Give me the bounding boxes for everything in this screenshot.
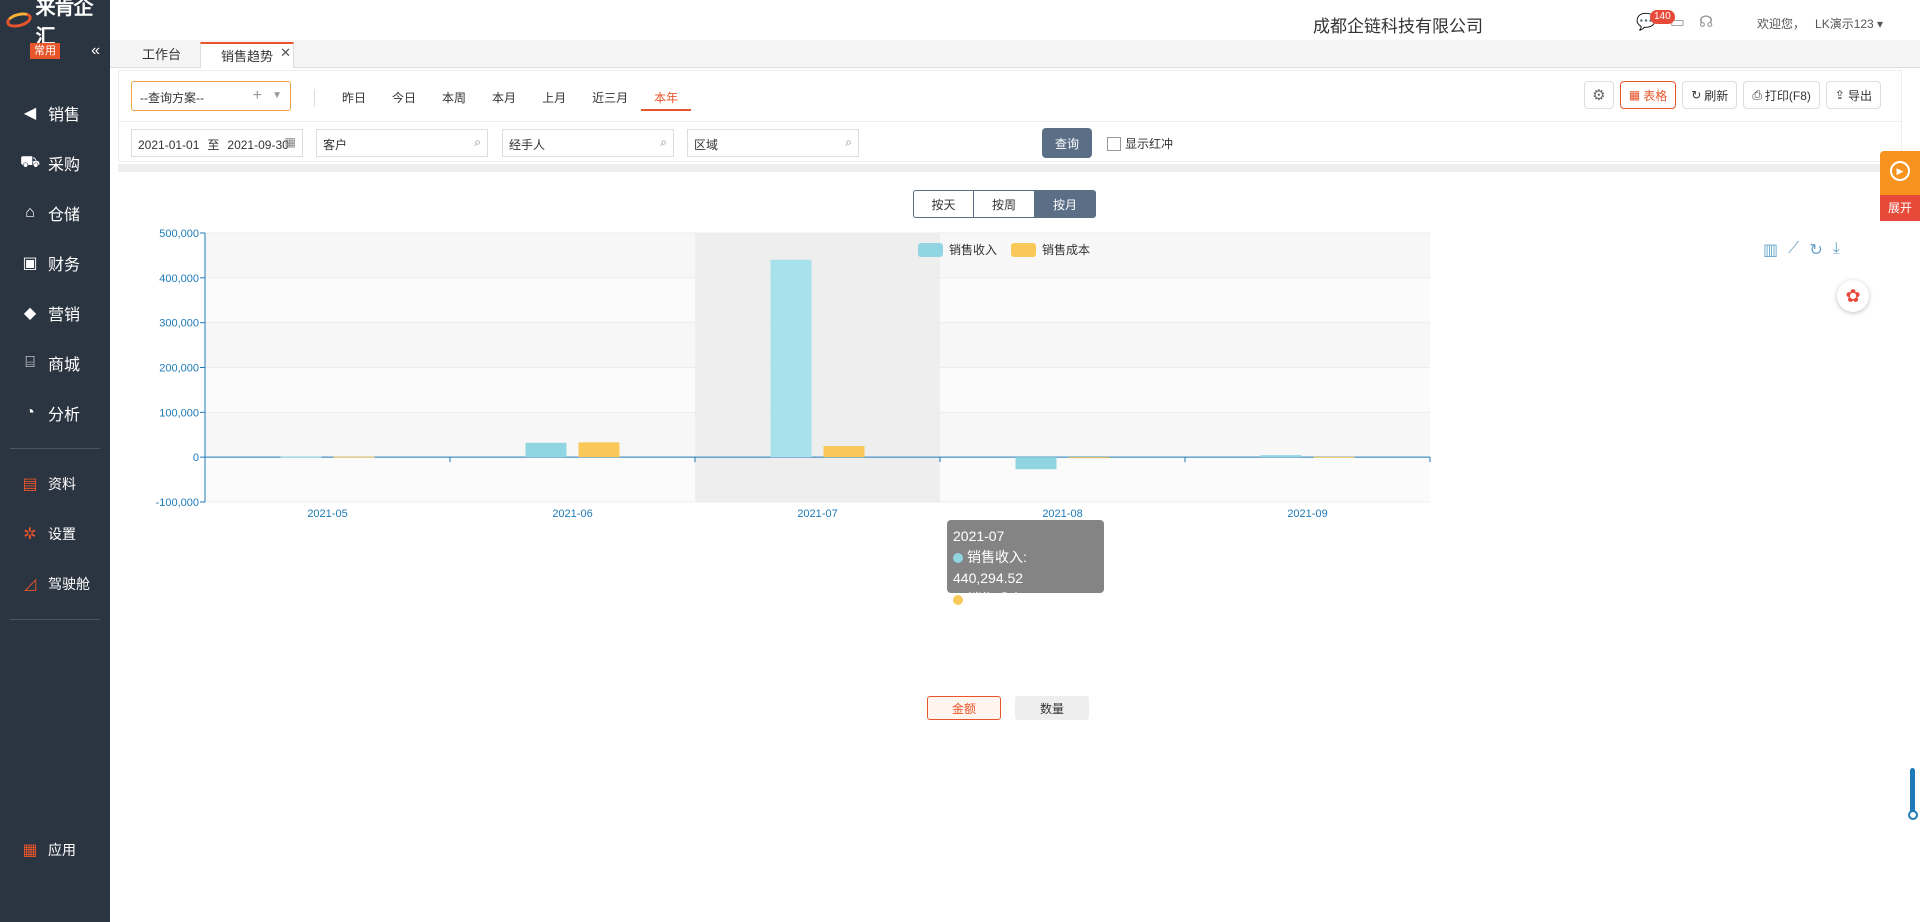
legend-swatch: [1011, 242, 1037, 257]
bar-cost: [333, 456, 375, 458]
y-tick-label: 500,000: [159, 228, 199, 240]
tooltip-dot: [953, 595, 963, 605]
y-tick-label: 400,000: [159, 273, 199, 285]
sales-trend-chart: 500,000 400,000 300,000 200,000 100,000 0 -100…: [156, 228, 1431, 520]
tooltip-value: 440,294.52: [953, 570, 1024, 586]
y-tick-label: 100,000: [159, 407, 199, 419]
x-tick-label: 2021-08: [1042, 508, 1082, 520]
granularity-toggle: 按天 按周 按月: [913, 190, 1096, 218]
chart-toolbox: ▥ ⟋ ↻ ⤓: [1763, 240, 1840, 260]
y-tick-label: -100,000: [156, 497, 199, 509]
legend-label: 销售收入: [949, 243, 998, 257]
x-tick-label: 2021-07: [797, 508, 837, 520]
y-tick-label: 0: [193, 452, 199, 464]
legend-item-cost[interactable]: 销售成本: [1011, 241, 1090, 258]
bar-chart-icon[interactable]: ▥: [1763, 240, 1778, 260]
scrollbar-handle[interactable]: [1908, 810, 1918, 820]
bar-cost: [1068, 457, 1110, 459]
play-icon: ▶: [1890, 161, 1910, 181]
granularity-option[interactable]: 按月: [1035, 190, 1096, 218]
x-tick-label: 2021-05: [307, 508, 347, 520]
tooltip-row: 销售成本: 24,788: [953, 589, 1098, 610]
floating-settings-button[interactable]: ✿: [1837, 280, 1869, 312]
tooltip-label: 销售收入: [967, 549, 1023, 565]
legend-label: 销售成本: [1042, 243, 1091, 257]
tooltip-dot: [953, 553, 963, 563]
tooltip-label: 销售成本: [967, 591, 1023, 607]
x-tick-label: 2021-06: [552, 508, 592, 520]
granularity-option[interactable]: 按周: [974, 190, 1035, 218]
y-tick-label: 200,000: [159, 363, 199, 375]
tab-quantity[interactable]: 数量: [1015, 696, 1089, 720]
chart-tooltip: 2021-07 销售收入: 440,294.52 销售成本: 24,788: [947, 520, 1104, 607]
tooltip-row: 销售收入: 440,294.52: [953, 549, 1027, 586]
x-tick-label: 2021-09: [1287, 508, 1327, 520]
bar-cost: [578, 442, 620, 458]
chart-legend: 销售收入 销售成本: [918, 241, 1090, 258]
tab-amount[interactable]: 金额: [927, 696, 1001, 720]
bar-cost: [1313, 456, 1355, 458]
expand-widget[interactable]: ▶ 展开: [1880, 151, 1920, 221]
line-chart-icon[interactable]: ⟋: [1788, 240, 1799, 260]
bar-revenue: [525, 442, 567, 458]
y-tick-label: 300,000: [159, 318, 199, 330]
tooltip-title: 2021-07: [953, 528, 1005, 544]
gear-icon: ✿: [1845, 285, 1861, 306]
tooltip-value: 24,788: [1030, 591, 1074, 607]
download-icon[interactable]: ⤓: [1833, 240, 1840, 260]
measure-tabs: 金额 数量: [927, 696, 1089, 720]
legend-item-revenue[interactable]: 销售收入: [918, 241, 997, 258]
expand-label: 展开: [1880, 195, 1920, 221]
bar-cost: [823, 446, 865, 458]
bar-revenue: [1260, 455, 1302, 458]
bar-revenue: [1015, 457, 1057, 470]
granularity-option[interactable]: 按天: [913, 190, 974, 218]
legend-swatch: [918, 242, 943, 257]
bar-revenue: [280, 456, 322, 458]
bar-revenue: [770, 259, 812, 458]
restore-icon[interactable]: ↻: [1809, 240, 1822, 260]
